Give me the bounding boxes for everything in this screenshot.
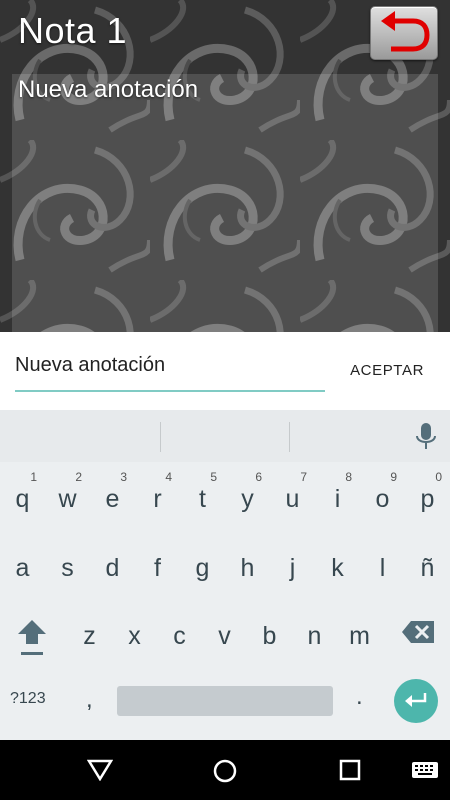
back-triangle-icon[interactable] xyxy=(87,759,113,781)
back-button[interactable] xyxy=(370,6,438,60)
key-label: g xyxy=(195,554,210,582)
key-label: v xyxy=(218,622,231,650)
key-label: z xyxy=(83,622,96,650)
key-j[interactable]: j xyxy=(270,535,315,595)
key-o[interactable]: o9 xyxy=(360,466,405,526)
key-t[interactable]: t5 xyxy=(180,466,225,526)
key-label: t xyxy=(199,485,206,513)
key-label: y xyxy=(241,485,254,513)
space-bar[interactable] xyxy=(117,686,333,716)
key-label: h xyxy=(240,554,255,582)
suggestion-divider xyxy=(160,422,161,452)
return-arrow-icon xyxy=(381,11,430,52)
key-hint: 7 xyxy=(300,470,307,484)
key-label: p xyxy=(420,485,435,513)
key-label: q xyxy=(15,485,30,513)
key-z[interactable]: z xyxy=(67,603,112,663)
note-text: Nueva anotación xyxy=(18,76,199,103)
key-label: d xyxy=(105,554,120,582)
key-label: j xyxy=(289,554,296,582)
suggestion-divider xyxy=(289,422,290,452)
shift-icon[interactable] xyxy=(17,618,47,658)
key-hint: 3 xyxy=(120,470,127,484)
key-x[interactable]: x xyxy=(112,603,157,663)
keyboard-row-2: asdfghjklñ xyxy=(0,535,450,595)
period-key[interactable]: . xyxy=(356,683,363,711)
key-u[interactable]: u7 xyxy=(270,466,315,526)
key-f[interactable]: f xyxy=(135,535,180,595)
key-c[interactable]: c xyxy=(157,603,202,663)
key-g[interactable]: g xyxy=(180,535,225,595)
key-label: s xyxy=(61,554,74,582)
key-i[interactable]: i8 xyxy=(315,466,360,526)
key-l[interactable]: l xyxy=(360,535,405,595)
key-hint: 2 xyxy=(75,470,82,484)
keyboard-switch-icon[interactable] xyxy=(411,759,439,781)
key-y[interactable]: y6 xyxy=(225,466,270,526)
key-label: o xyxy=(375,485,390,513)
key-n[interactable]: n xyxy=(292,603,337,663)
note-content-panel[interactable]: Nueva anotación xyxy=(12,74,438,332)
recents-square-icon[interactable] xyxy=(339,759,361,781)
key-v[interactable]: v xyxy=(202,603,247,663)
key-label: a xyxy=(15,554,30,582)
key-h[interactable]: h xyxy=(225,535,270,595)
edit-note-dialog: Nueva anotación ACEPTAR xyxy=(0,332,450,410)
backspace-icon[interactable] xyxy=(401,620,435,644)
key-a[interactable]: a xyxy=(0,535,45,595)
system-navigation-bar xyxy=(0,740,450,800)
key-label: m xyxy=(349,622,370,650)
key-w[interactable]: w2 xyxy=(45,466,90,526)
keyboard-row-1: q1w2e3r4t5y6u7i8o9p0 xyxy=(0,466,450,526)
key-p[interactable]: p0 xyxy=(405,466,450,526)
key-label: i xyxy=(334,485,341,513)
key-q[interactable]: q1 xyxy=(0,466,45,526)
key-label: k xyxy=(331,554,344,582)
key-d[interactable]: d xyxy=(90,535,135,595)
page-title: Nota 1 xyxy=(18,10,128,51)
key-label: n xyxy=(307,622,322,650)
note-text-input-value: Nueva anotación xyxy=(15,354,166,376)
key-hint: 4 xyxy=(165,470,172,484)
key-label: w xyxy=(58,485,77,513)
enter-icon xyxy=(405,693,427,707)
key-hint: 6 xyxy=(255,470,262,484)
key-label: c xyxy=(173,622,186,650)
key-hint: 9 xyxy=(390,470,397,484)
key-hint: 0 xyxy=(435,470,442,484)
key-hint: 5 xyxy=(210,470,217,484)
key-label: b xyxy=(262,622,277,650)
note-background: Nota 1 Nueva anotación xyxy=(0,0,450,332)
keyboard-row-3: z x c v b nm xyxy=(0,603,450,663)
key-ñ[interactable]: ñ xyxy=(405,535,450,595)
key-hint: 8 xyxy=(345,470,352,484)
symbols-key[interactable]: ?123 xyxy=(10,690,46,708)
key-label: f xyxy=(154,554,161,582)
key-e[interactable]: e3 xyxy=(90,466,135,526)
key-r[interactable]: r4 xyxy=(135,466,180,526)
key-hint: 1 xyxy=(30,470,37,484)
key-label: ñ xyxy=(420,554,435,582)
key-label: r xyxy=(153,485,162,513)
accept-button[interactable]: ACEPTAR xyxy=(350,362,424,379)
key-b[interactable]: b xyxy=(247,603,292,663)
key-label: x xyxy=(128,622,141,650)
enter-key[interactable] xyxy=(394,679,438,723)
key-s[interactable]: s xyxy=(45,535,90,595)
key-label: e xyxy=(105,485,120,513)
mic-icon[interactable] xyxy=(415,422,437,452)
suggestion-strip xyxy=(0,410,450,462)
key-label: l xyxy=(379,554,386,582)
home-circle-icon[interactable] xyxy=(213,759,237,783)
comma-key[interactable]: , xyxy=(86,686,93,714)
key-k[interactable]: k xyxy=(315,535,360,595)
key-label: u xyxy=(285,485,300,513)
key-m[interactable]: m xyxy=(337,603,382,663)
note-text-input[interactable]: Nueva anotación xyxy=(15,350,325,392)
